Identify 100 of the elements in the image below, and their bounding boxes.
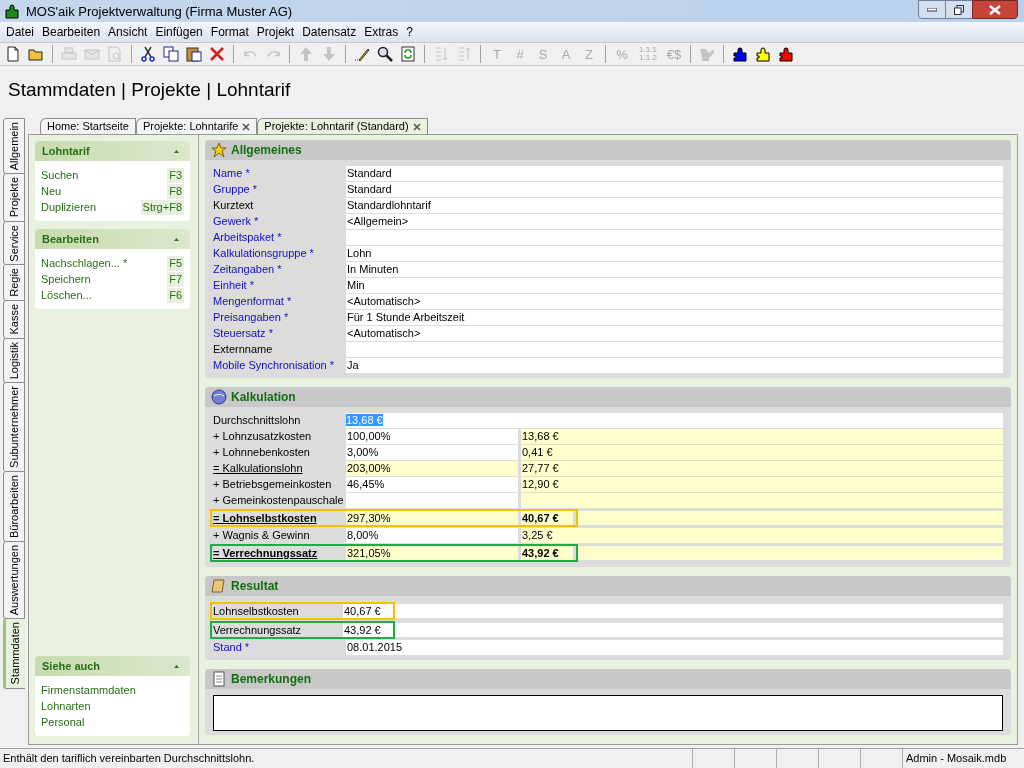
input-field[interactable]: Für 1 Stunde Arbeitszeit xyxy=(346,310,1003,325)
caret-icon xyxy=(174,237,179,241)
percent-cell[interactable]: 46,45% xyxy=(346,477,518,492)
input-field[interactable] xyxy=(346,230,1003,245)
menu-item[interactable]: Bearbeiten xyxy=(38,24,105,40)
side-tab[interactable]: Kasse xyxy=(3,300,25,339)
input-field[interactable]: Standard xyxy=(346,166,1003,181)
scissors-icon xyxy=(140,46,156,62)
shortcut-label: F8 xyxy=(167,183,184,199)
close-icon[interactable] xyxy=(412,122,421,131)
close-icon xyxy=(209,46,225,62)
menu-item[interactable]: Format xyxy=(206,24,253,40)
shortcut-label: F5 xyxy=(167,255,184,271)
percent-cell[interactable] xyxy=(346,493,518,508)
input-field[interactable]: Min xyxy=(346,278,1003,293)
restore-icon xyxy=(954,4,964,15)
menu-item[interactable]: ? xyxy=(402,24,417,40)
side-tab[interactable]: Regie xyxy=(3,264,25,302)
row-label: = Verrechnungssatz xyxy=(213,546,319,560)
section-title: Allgemeines xyxy=(231,142,302,158)
side-tab[interactable]: Service xyxy=(3,220,25,266)
sort-down-icon xyxy=(433,46,449,62)
input-field[interactable]: <Automatisch> xyxy=(346,326,1003,341)
redo-icon xyxy=(266,50,280,58)
menu-item[interactable]: Datensatz xyxy=(298,24,361,40)
row-label: + Wagnis & Gewinn xyxy=(213,528,311,543)
field-label: Lohnselbstkosten xyxy=(212,603,300,619)
input-field[interactable]: Ja xyxy=(346,358,1003,373)
close-icon[interactable] xyxy=(242,122,251,131)
input-field[interactable]: In Minuten xyxy=(346,262,1003,277)
task-link[interactable]: Lohnarten xyxy=(41,698,184,714)
side-tab[interactable]: Allgemein xyxy=(3,118,25,175)
menu-item[interactable]: Datei xyxy=(2,24,38,40)
field-value: 43,92 € xyxy=(343,623,393,637)
close-button[interactable] xyxy=(972,0,1018,19)
input-field[interactable]: Standard xyxy=(346,182,1003,197)
menu-item[interactable]: Projekt xyxy=(252,24,299,40)
side-tab[interactable]: Büroarbeiten xyxy=(3,470,25,542)
input-field[interactable]: <Allgemein> xyxy=(346,214,1003,229)
side-tab[interactable]: Stammdaten xyxy=(3,618,25,689)
shortcut-label: F6 xyxy=(167,287,184,303)
menu-item[interactable]: Ansicht xyxy=(104,24,152,40)
side-tab[interactable]: Auswertungen xyxy=(3,540,25,620)
task-link[interactable]: Neu F8 xyxy=(41,183,184,199)
input-field[interactable] xyxy=(395,604,1003,618)
printer-icon xyxy=(61,46,77,62)
field-label: Zeitangaben * xyxy=(213,262,283,277)
row-label: + Lohnnebenkosten xyxy=(213,445,311,460)
percent-cell[interactable]: 100,00% xyxy=(346,429,518,444)
percent-cell[interactable]: 8,00% xyxy=(346,528,518,543)
task-link[interactable]: Suchen F3 xyxy=(41,167,184,183)
field-label: Steuersatz * xyxy=(213,326,274,341)
shortcut-label: F7 xyxy=(167,271,184,287)
document-tab[interactable]: Projekte: Lohntarif (Standard) xyxy=(257,118,428,134)
task-link[interactable]: Duplizieren Strg+F8 xyxy=(41,199,184,215)
row-label: Durchschnittslohn xyxy=(213,413,302,428)
document-tab[interactable]: Projekte: Lohntarife xyxy=(135,118,258,134)
menu-item[interactable]: Einfügen xyxy=(151,24,207,40)
panel-title: Lohntarif xyxy=(42,143,90,159)
field-label: Gruppe * xyxy=(213,182,259,197)
field-label: Mengenformat * xyxy=(213,294,293,309)
percent-cell: 297,30% xyxy=(346,511,518,525)
input-field[interactable]: <Automatisch> xyxy=(346,294,1003,309)
task-link[interactable]: Firmenstammdaten xyxy=(41,682,184,698)
shortcut-label: F3 xyxy=(167,167,184,183)
side-tab[interactable]: Projekte xyxy=(3,173,25,222)
restore-button[interactable] xyxy=(946,0,972,19)
input-field[interactable] xyxy=(395,623,1003,637)
status-message: Enthält den tariflich vereinbarten Durchschnittslohn. xyxy=(2,751,256,766)
input-field[interactable]: Lohn xyxy=(346,246,1003,261)
side-tab[interactable]: Subunternehmer xyxy=(3,382,25,472)
row-label: = Lohnselbstkosten xyxy=(213,511,318,525)
row-label: + Lohnzusatzkosten xyxy=(213,429,313,444)
menu-item[interactable]: Extras xyxy=(360,24,403,40)
percent-cell: 321,05% xyxy=(346,546,518,560)
notes-field[interactable] xyxy=(213,695,1003,731)
refresh-icon xyxy=(400,46,416,62)
task-link[interactable]: Löschen... F6 xyxy=(41,287,184,303)
notepad-icon xyxy=(211,671,227,687)
section-title: Bemerkungen xyxy=(231,671,312,687)
amount-cell: 40,67 € xyxy=(521,511,573,525)
side-tab[interactable]: Logistik xyxy=(3,337,25,383)
panel-title: Bearbeiten xyxy=(42,231,99,247)
input-field[interactable]: 08.01.2015 xyxy=(346,640,1003,655)
field-label: Externname xyxy=(213,342,274,357)
amount-cell: 13,68 € xyxy=(521,429,1003,444)
row-label: + Gemeinkostenpauschale xyxy=(213,493,345,508)
task-link[interactable]: Speichern F7 xyxy=(41,271,184,287)
input-field[interactable]: Standardlohntarif xyxy=(346,198,1003,213)
input-field[interactable] xyxy=(346,342,1003,357)
task-link[interactable]: Nachschlagen... * F5 xyxy=(41,255,184,271)
amount-cell: 43,92 € xyxy=(521,546,573,560)
preview-icon xyxy=(107,46,123,62)
new-page-icon xyxy=(5,46,21,62)
amount-cell: 3,25 € xyxy=(521,528,1003,543)
document-tab[interactable]: Home: Startseite xyxy=(40,118,136,134)
percent-cell[interactable]: 3,00% xyxy=(346,445,518,460)
minimize-icon xyxy=(927,7,937,12)
field-label: Kurztext xyxy=(213,198,255,213)
task-link[interactable]: Personal xyxy=(41,714,184,730)
